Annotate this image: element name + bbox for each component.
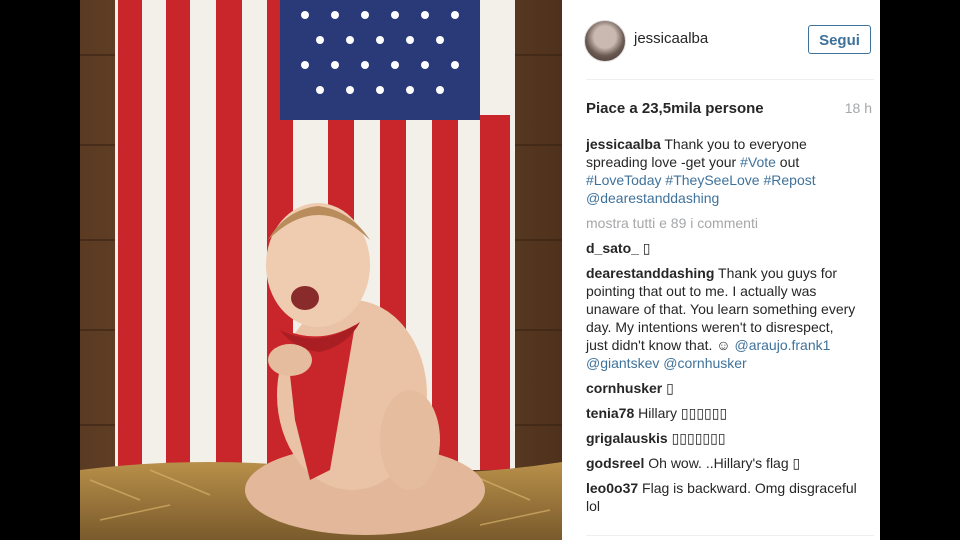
hashtag-lovetoday[interactable]: #LoveToday: [586, 172, 662, 188]
likes-count[interactable]: Piace a 23,5mila persone: [586, 100, 764, 117]
comment-author[interactable]: dearestanddashing: [586, 265, 714, 281]
footer-divider: [586, 535, 874, 536]
post-header: jessicaalba Segui: [562, 0, 880, 80]
comment: cornhusker ▯: [586, 379, 858, 397]
comment-author[interactable]: tenia78: [586, 405, 634, 421]
show-all-comments-link[interactable]: mostra tutti e 89 i commenti: [586, 214, 858, 232]
hashtag-vote[interactable]: #Vote: [740, 154, 776, 170]
avatar[interactable]: [584, 20, 626, 62]
comment: tenia78 Hillary ▯▯▯▯▯▯: [586, 404, 858, 422]
comment-text: ▯: [662, 380, 674, 396]
post-details-panel: jessicaalba Segui Piace a 23,5mila perso…: [562, 0, 880, 540]
comment: d_sato_ ▯: [586, 239, 858, 257]
mention-link[interactable]: @giantskev: [586, 355, 659, 371]
mention-link[interactable]: @cornhusker: [663, 355, 746, 371]
comment-author[interactable]: d_sato_: [586, 240, 639, 256]
post-image: [80, 0, 562, 540]
comment-text: ▯: [638, 240, 651, 256]
comment-text: Oh wow. ..Hillary's flag ▯: [648, 455, 801, 471]
comment-text: ▯▯▯▯▯▯▯: [671, 430, 726, 446]
mention-dearestanddashing[interactable]: @dearestanddashing: [586, 190, 719, 206]
comment: grigalauskis ▯▯▯▯▯▯▯: [586, 429, 858, 447]
caption: jessicaalba Thank you to everyone spread…: [586, 135, 858, 207]
post-timestamp[interactable]: 18 h: [845, 100, 872, 116]
caption-author[interactable]: jessicaalba: [586, 136, 661, 152]
post-photo[interactable]: [80, 0, 562, 540]
follow-button[interactable]: Segui: [808, 25, 871, 54]
comment: leo0o37 Flag is backward. Omg disgracefu…: [586, 479, 858, 515]
comment-author[interactable]: cornhusker: [586, 380, 662, 396]
caption-text-2: out: [775, 154, 800, 170]
comment: dearestanddashing Thank you guys for poi…: [586, 264, 858, 372]
comment-author[interactable]: grigalauskis: [586, 430, 668, 446]
comment-author[interactable]: godsreel: [586, 455, 644, 471]
comment: godsreel Oh wow. ..Hillary's flag ▯: [586, 454, 858, 472]
hashtag-theyseelove[interactable]: #TheySeeLove: [665, 172, 759, 188]
author-username[interactable]: jessicaalba: [634, 30, 708, 47]
hashtag-repost[interactable]: #Repost: [763, 172, 815, 188]
comment-author[interactable]: leo0o37: [586, 480, 638, 496]
comments-list: jessicaalba Thank you to everyone spread…: [586, 135, 858, 522]
comment-text: Hillary ▯▯▯▯▯▯: [638, 405, 728, 421]
mention-link[interactable]: @araujo.frank1: [734, 337, 830, 353]
header-divider: [586, 79, 874, 80]
